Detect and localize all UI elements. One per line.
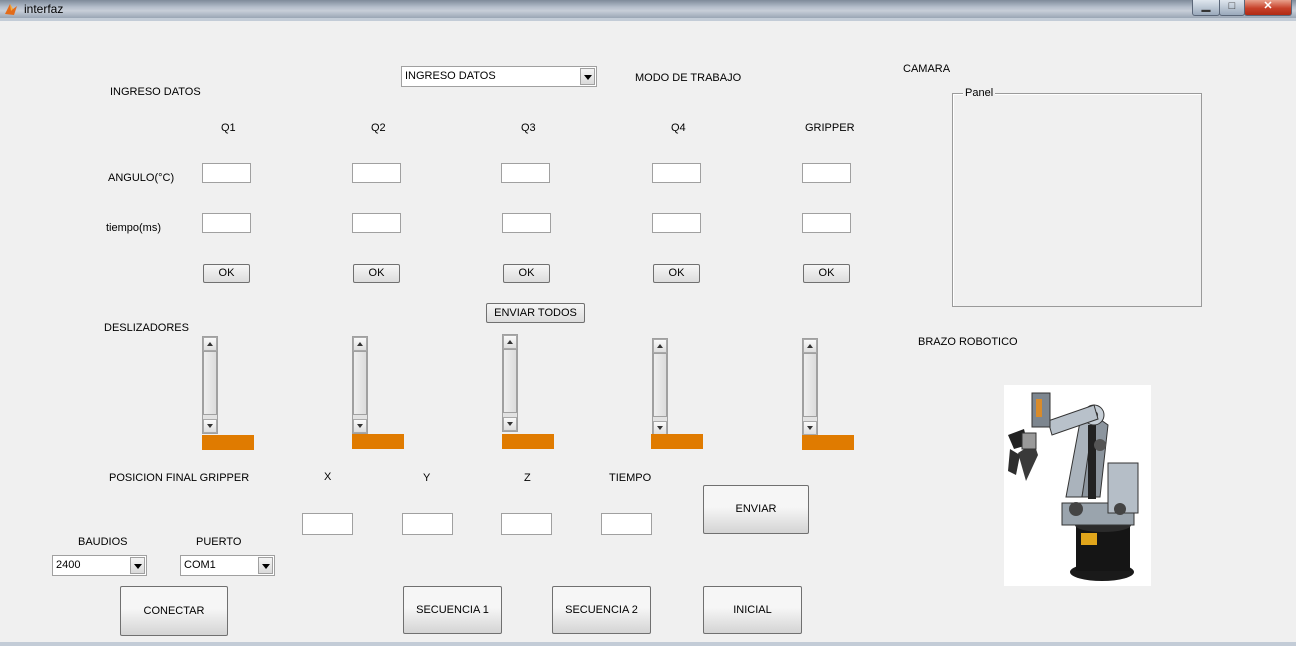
slider-q2[interactable] [352,336,368,434]
chevron-down-icon[interactable] [130,557,145,574]
arrow-down-icon[interactable] [653,421,667,435]
port-label: PUERTO [196,536,242,548]
robot-label: BRAZO ROBOTICO [918,336,1018,348]
port-select[interactable]: COM1 [180,555,275,576]
time-input-q3[interactable] [502,213,551,233]
time-input-q4[interactable] [652,213,701,233]
slider-gripper[interactable] [802,338,818,436]
slider-value-indicator-q3 [502,434,554,449]
robot-arm-image [1004,385,1151,586]
sliders-label: DESLIZADORES [104,322,189,334]
y-input[interactable] [402,513,453,535]
baud-label: BAUDIOS [78,536,128,548]
camera-label: CAMARA [903,63,951,75]
joint-header-gripper: GRIPPER [805,122,855,134]
time-input-gripper[interactable] [802,213,851,233]
arrow-down-icon[interactable] [203,419,217,433]
ok-button-q3[interactable]: OK [503,264,550,283]
joint-header-q2: Q2 [371,122,386,134]
matlab-icon [5,4,17,15]
joint-header-q4: Q4 [671,122,686,134]
final-position-label: POSICION FINAL GRIPPER [109,472,250,484]
camera-panel-title: Panel [963,87,996,99]
minimize-button[interactable]: ▁ [1192,0,1220,16]
angle-input-gripper[interactable] [802,163,851,183]
slider-q1[interactable] [202,336,218,434]
z-input[interactable] [501,513,552,535]
chevron-down-icon[interactable] [258,557,273,574]
connect-button[interactable]: CONECTAR [120,586,228,636]
close-button[interactable]: ✕ [1244,0,1292,16]
ok-button-gripper[interactable]: OK [803,264,850,283]
arrow-up-icon[interactable] [803,339,817,353]
joint-header-q3: Q3 [521,122,536,134]
arrow-down-icon[interactable] [353,419,367,433]
arrow-up-icon[interactable] [203,337,217,351]
window-frame-bottom [0,642,1296,646]
mode-select[interactable]: INGRESO DATOS [401,66,597,87]
baud-select[interactable]: 2400 [52,555,147,576]
slider-value-indicator-q1 [202,435,254,450]
slider-value-indicator-gripper [802,435,854,450]
ingreso-datos-label: INGRESO DATOS [110,86,201,98]
window-frame [0,18,1296,21]
x-label: X [324,471,332,483]
baud-select-value: 2400 [56,559,81,571]
camera-panel: Panel [952,87,1202,307]
slider-thumb[interactable] [503,349,517,413]
arrow-up-icon[interactable] [503,335,517,349]
window-title: interfaz [24,2,64,16]
time-input-q1[interactable] [202,213,251,233]
slider-value-indicator-q2 [352,434,404,449]
z-label: Z [524,472,531,484]
tiempo-label: TIEMPO [609,472,652,484]
slider-thumb[interactable] [203,351,217,415]
y-label: Y [423,472,431,484]
tiempo-input[interactable] [601,513,652,535]
time-input-q2[interactable] [352,213,401,233]
maximize-button[interactable]: □ [1219,0,1245,16]
sequence-1-button[interactable]: SECUENCIA 1 [403,586,502,634]
ok-button-q1[interactable]: OK [203,264,250,283]
mode-label: MODO DE TRABAJO [635,72,742,84]
enviar-button[interactable]: ENVIAR [703,485,809,534]
slider-q4[interactable] [652,338,668,436]
arrow-up-icon[interactable] [653,339,667,353]
time-label: tiempo(ms) [106,222,162,234]
sequence-2-button[interactable]: SECUENCIA 2 [552,586,651,634]
port-select-value: COM1 [184,559,216,571]
joint-header-q1: Q1 [221,122,236,134]
title-bar: interfaz ▁ □ ✕ [0,0,1296,18]
slider-q3[interactable] [502,334,518,432]
arrow-up-icon[interactable] [353,337,367,351]
angle-label: ANGULO(°C) [108,172,175,184]
send-all-button[interactable]: ENVIAR TODOS [486,303,585,323]
arrow-down-icon[interactable] [503,417,517,431]
angle-input-q3[interactable] [501,163,550,183]
slider-value-indicator-q4 [651,434,703,449]
angle-input-q4[interactable] [652,163,701,183]
ok-button-q4[interactable]: OK [653,264,700,283]
mode-select-value: INGRESO DATOS [405,70,496,82]
ok-button-q2[interactable]: OK [353,264,400,283]
slider-thumb[interactable] [803,353,817,417]
angle-input-q1[interactable] [202,163,251,183]
arrow-down-icon[interactable] [803,421,817,435]
chevron-down-icon[interactable] [580,68,595,85]
x-input[interactable] [302,513,353,535]
slider-thumb[interactable] [653,353,667,417]
initial-button[interactable]: INICIAL [703,586,802,634]
slider-thumb[interactable] [353,351,367,415]
angle-input-q2[interactable] [352,163,401,183]
